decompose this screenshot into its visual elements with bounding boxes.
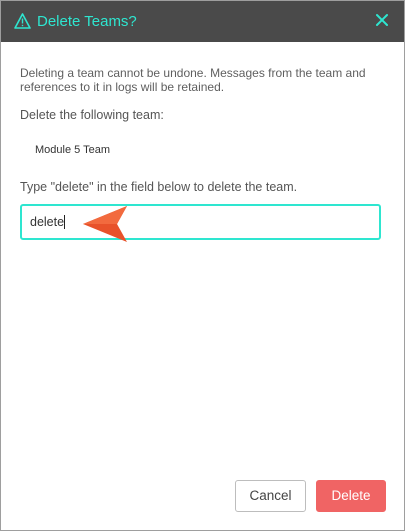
pointer-arrow-icon	[83, 206, 127, 242]
team-name: Module 5 Team	[35, 144, 111, 156]
delete-teams-dialog: Delete Teams? Deleting a team cannot be …	[0, 0, 405, 531]
cancel-button[interactable]: Cancel	[235, 480, 306, 512]
warning-triangle-icon	[14, 13, 31, 29]
close-icon[interactable]	[374, 12, 390, 28]
dialog-header: Delete Teams?	[1, 1, 404, 42]
text-caret	[64, 215, 65, 229]
dialog-title: Delete Teams?	[37, 13, 137, 30]
delete-description: Deleting a team cannot be undone. Messag…	[20, 66, 366, 94]
following-team-label: Delete the following team:	[20, 108, 164, 122]
confirm-delete-input-value: delete	[30, 215, 65, 229]
confirm-delete-input[interactable]: delete	[20, 204, 381, 240]
type-instruction: Type "delete" in the field below to dele…	[20, 180, 298, 194]
delete-button[interactable]: Delete	[316, 480, 386, 512]
